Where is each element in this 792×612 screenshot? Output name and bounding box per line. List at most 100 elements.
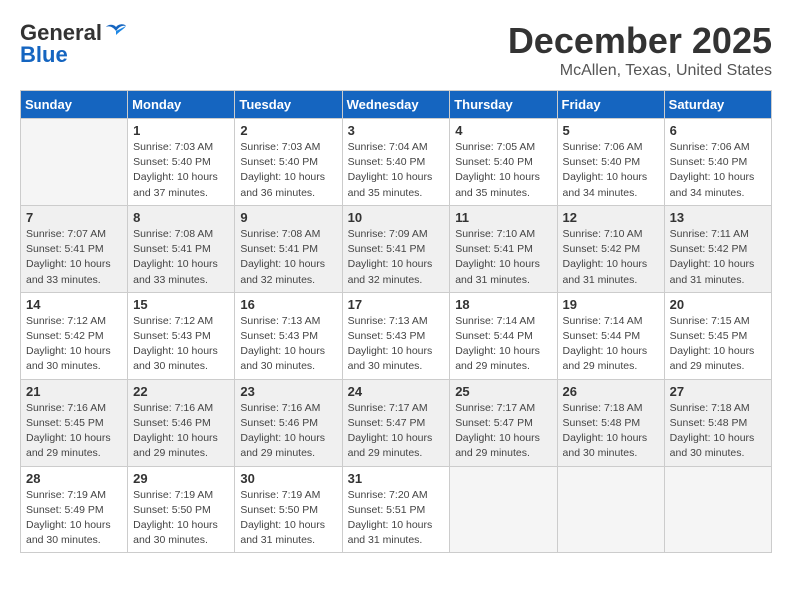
day-info: Sunrise: 7:03 AMSunset: 5:40 PMDaylight:…	[240, 140, 336, 201]
sunrise-text: Sunrise: 7:11 AM	[670, 228, 749, 240]
sunrise-text: Sunrise: 7:16 AM	[240, 402, 320, 414]
day-info: Sunrise: 7:08 AMSunset: 5:41 PMDaylight:…	[240, 227, 336, 288]
sunrise-text: Sunrise: 7:19 AM	[26, 489, 106, 501]
calendar-cell: 23Sunrise: 7:16 AMSunset: 5:46 PMDayligh…	[235, 379, 342, 466]
sunset-text: Sunset: 5:44 PM	[455, 330, 533, 342]
sunrise-text: Sunrise: 7:08 AM	[133, 228, 213, 240]
day-info: Sunrise: 7:11 AM Sunset: 5:42 PM Daylight:…	[670, 227, 766, 288]
sunset-text: Sunset: 5:41 PM	[133, 243, 211, 255]
day-number: 16	[240, 297, 336, 312]
calendar-cell: 12Sunrise: 7:10 AMSunset: 5:42 PMDayligh…	[557, 205, 664, 292]
daylight-text-cont: and 29 minutes.	[670, 360, 745, 372]
daylight-text-cont: and 29 minutes.	[455, 447, 530, 459]
day-number: 4	[455, 123, 551, 138]
day-info: Sunrise: 7:15 AMSunset: 5:45 PMDaylight:…	[670, 314, 766, 375]
logo-bird-icon	[104, 23, 128, 43]
location-text: McAllen, Texas, United States	[508, 62, 772, 80]
daylight-text: Daylight: 10 hours	[240, 519, 325, 531]
sunset-text: Sunset: 5:42 PM	[26, 330, 104, 342]
day-info: Sunrise: 7:09 AMSunset: 5:41 PMDaylight:…	[348, 227, 445, 288]
day-info: Sunrise: 7:19 AMSunset: 5:50 PMDaylight:…	[240, 488, 336, 549]
sunrise-text: Sunrise: 7:03 AM	[240, 141, 320, 153]
sunrise-text: Sunrise: 7:17 AM	[348, 402, 428, 414]
calendar-cell: 15Sunrise: 7:12 AMSunset: 5:43 PMDayligh…	[128, 292, 235, 379]
daylight-text: Daylight: 10 hours	[670, 258, 755, 270]
daylight-text-cont: and 29 minutes.	[455, 360, 530, 372]
daylight-text: Daylight: 10 hours	[455, 171, 540, 183]
daylight-text: Daylight: 10 hours	[133, 171, 218, 183]
daylight-text-cont: and 29 minutes.	[26, 447, 101, 459]
sunset-text: Sunset: 5:42 PM	[670, 243, 748, 255]
sunset-text: Sunset: 5:40 PM	[670, 156, 748, 168]
day-info: Sunrise: 7:16 AMSunset: 5:45 PMDaylight:…	[26, 401, 122, 462]
calendar-cell	[450, 466, 557, 553]
daylight-text: Daylight: 10 hours	[670, 432, 755, 444]
daylight-text-cont: and 30 minutes.	[133, 360, 208, 372]
sunset-text: Sunset: 5:47 PM	[455, 417, 533, 429]
sunrise-text: Sunrise: 7:03 AM	[133, 141, 213, 153]
daylight-text: Daylight: 10 hours	[670, 171, 755, 183]
calendar-week-row: 7Sunrise: 7:07 AMSunset: 5:41 PMDaylight…	[21, 205, 772, 292]
sunset-text: Sunset: 5:48 PM	[563, 417, 641, 429]
calendar-cell: 26Sunrise: 7:18 AMSunset: 5:48 PMDayligh…	[557, 379, 664, 466]
weekday-header-sunday: Sunday	[21, 91, 128, 119]
logo-blue: Blue	[20, 42, 68, 68]
calendar-cell: 18Sunrise: 7:14 AMSunset: 5:44 PMDayligh…	[450, 292, 557, 379]
day-number: 1	[133, 123, 229, 138]
daylight-text-cont: and 33 minutes.	[26, 274, 101, 286]
logo: General Blue	[20, 20, 128, 68]
sunset-text: Sunset: 5:45 PM	[670, 330, 748, 342]
daylight-text: Daylight: 10 hours	[240, 171, 325, 183]
sunset-text: Sunset: 5:45 PM	[26, 417, 104, 429]
daylight-text: Daylight: 10 hours	[133, 345, 218, 357]
calendar-week-row: 1Sunrise: 7:03 AMSunset: 5:40 PMDaylight…	[21, 119, 772, 206]
day-info: Sunrise: 7:19 AMSunset: 5:50 PMDaylight:…	[133, 488, 229, 549]
sunrise-text: Sunrise: 7:06 AM	[563, 141, 643, 153]
sunrise-text: Sunrise: 7:19 AM	[133, 489, 213, 501]
daylight-text-cont: and 30 minutes.	[670, 447, 745, 459]
sunset-text: Sunset: 5:46 PM	[133, 417, 211, 429]
calendar-cell	[664, 466, 771, 553]
day-number: 17	[348, 297, 445, 312]
calendar-cell: 30Sunrise: 7:19 AMSunset: 5:50 PMDayligh…	[235, 466, 342, 553]
calendar-cell: 3Sunrise: 7:04 AMSunset: 5:40 PMDaylight…	[342, 119, 450, 206]
daylight-text-cont: and 30 minutes.	[240, 360, 315, 372]
daylight-text: Daylight: 10 hours	[563, 258, 648, 270]
daylight-text: Daylight: 10 hours	[26, 519, 111, 531]
daylight-text: Daylight: 10 hours	[26, 345, 111, 357]
day-number: 2	[240, 123, 336, 138]
day-info: Sunrise: 7:19 AMSunset: 5:49 PMDaylight:…	[26, 488, 122, 549]
sunrise-text: Sunrise: 7:16 AM	[133, 402, 213, 414]
daylight-text-cont: and 34 minutes.	[670, 187, 745, 199]
day-info: Sunrise: 7:13 AMSunset: 5:43 PMDaylight:…	[348, 314, 445, 375]
sunrise-text: Sunrise: 7:12 AM	[26, 315, 106, 327]
sunrise-text: Sunrise: 7:14 AM	[455, 315, 535, 327]
daylight-text-cont: and 32 minutes.	[348, 274, 423, 286]
day-number: 13	[670, 210, 766, 225]
calendar-cell: 19Sunrise: 7:14 AMSunset: 5:44 PMDayligh…	[557, 292, 664, 379]
calendar-cell: 4Sunrise: 7:05 AMSunset: 5:40 PMDaylight…	[450, 119, 557, 206]
daylight-text: Daylight: 10 hours	[133, 519, 218, 531]
sunset-text: Sunset: 5:44 PM	[563, 330, 641, 342]
calendar-cell: 6Sunrise: 7:06 AMSunset: 5:40 PMDaylight…	[664, 119, 771, 206]
calendar-cell	[557, 466, 664, 553]
day-info: Sunrise: 7:08 AMSunset: 5:41 PMDaylight:…	[133, 227, 229, 288]
daylight-text-cont: and 31 minutes.	[348, 534, 423, 546]
calendar-header-row: SundayMondayTuesdayWednesdayThursdayFrid…	[21, 91, 772, 119]
daylight-text-cont: and 35 minutes.	[348, 187, 423, 199]
calendar-cell: 14Sunrise: 7:12 AMSunset: 5:42 PMDayligh…	[21, 292, 128, 379]
sunrise-text: Sunrise: 7:18 AM	[563, 402, 643, 414]
weekday-header-thursday: Thursday	[450, 91, 557, 119]
sunrise-text: Sunrise: 7:13 AM	[240, 315, 320, 327]
weekday-header-monday: Monday	[128, 91, 235, 119]
calendar-cell: 20Sunrise: 7:15 AMSunset: 5:45 PMDayligh…	[664, 292, 771, 379]
day-number: 3	[348, 123, 445, 138]
calendar-cell: 27Sunrise: 7:18 AMSunset: 5:48 PMDayligh…	[664, 379, 771, 466]
sunset-text: Sunset: 5:50 PM	[240, 504, 318, 516]
day-info: Sunrise: 7:06 AMSunset: 5:40 PMDaylight:…	[563, 140, 659, 201]
calendar-cell: 11Sunrise: 7:10 AMSunset: 5:41 PMDayligh…	[450, 205, 557, 292]
sunrise-text: Sunrise: 7:06 AM	[670, 141, 750, 153]
daylight-text-cont: and 30 minutes.	[133, 534, 208, 546]
calendar-cell: 13 Sunrise: 7:11 AM Sunset: 5:42 PM Dayligh…	[664, 205, 771, 292]
daylight-text-cont: and 32 minutes.	[240, 274, 315, 286]
